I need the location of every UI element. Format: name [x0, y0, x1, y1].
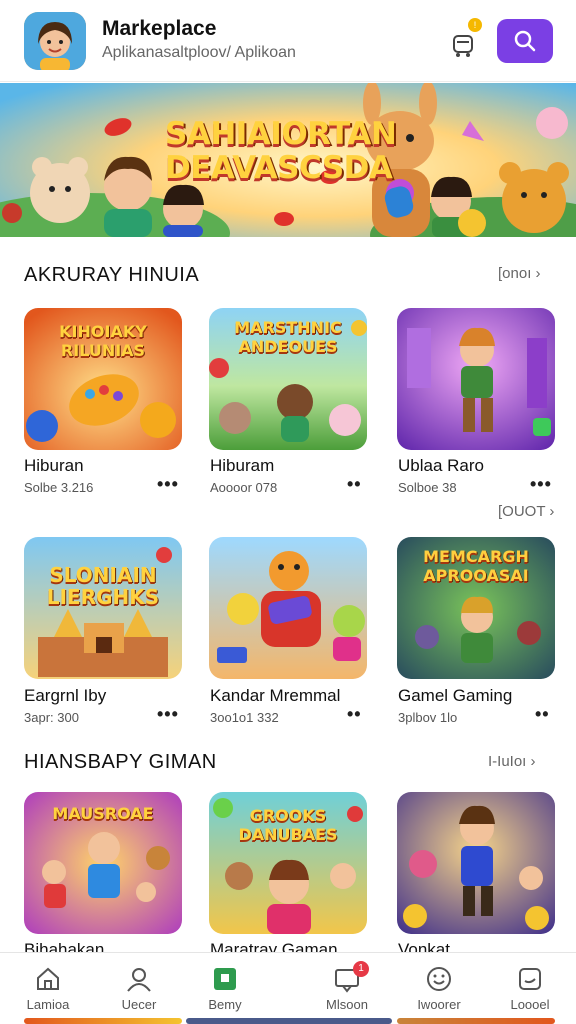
store-icon: [214, 968, 236, 990]
nav-item-chat[interactable]: Loooel: [482, 953, 576, 1024]
next-row-peek: [24, 1018, 182, 1024]
item-name[interactable]: Hiburam: [210, 456, 274, 476]
more-options-icon[interactable]: ••: [535, 704, 550, 725]
section-more-link[interactable]: [onoı ›: [498, 265, 541, 282]
nav-item-smiley[interactable]: Iwoorer: [391, 953, 487, 1024]
item-name[interactable]: Hiburan: [24, 456, 84, 476]
nav-item-messages[interactable]: 1 Mlsoon: [299, 953, 395, 1024]
item-meta: Solbe 3.216: [24, 480, 94, 495]
home-icon: [37, 967, 59, 990]
cart-badge: !: [468, 18, 482, 32]
game-tile[interactable]: [209, 537, 367, 679]
nav-item-store[interactable]: Bemy: [177, 953, 273, 1024]
chevron-right-icon: ›: [535, 265, 541, 282]
item-name[interactable]: Maratray Gaman: [210, 940, 338, 952]
nav-label: Iwoorer: [417, 997, 461, 1012]
item-name[interactable]: Ublaa Raro: [398, 456, 484, 476]
nav-item-user[interactable]: Uecer: [91, 953, 187, 1024]
notification-badge: 1: [353, 961, 369, 977]
nav-item-home[interactable]: Lamioa: [0, 953, 96, 1024]
more-options-icon[interactable]: ••: [347, 704, 362, 725]
search-icon: [514, 30, 536, 52]
item-meta: 3plbov 1lo: [398, 710, 458, 725]
item-meta: 3apr: 300: [24, 710, 79, 725]
game-thumbnail: [397, 792, 555, 934]
more-options-icon[interactable]: •••: [530, 474, 552, 495]
tile-title: SLONIAIN LIERGHKS: [46, 563, 160, 609]
chevron-right-icon: ›: [549, 503, 555, 520]
item-meta: 3oo1o1 332: [210, 710, 279, 725]
section-more-label: [onoı: [498, 265, 532, 282]
app-header: Markeplace Aplikanasaltploov/ Aplikoan !: [0, 0, 576, 82]
item-name[interactable]: Kandar Mremmal: [210, 686, 340, 706]
app-subtitle: Aplikanasaltploov/ Aplikoan: [102, 44, 296, 61]
bottom-navigation: Lamioa Uecer Bemy 1 Mlsoon Iwoorer Loooe…: [0, 952, 576, 1024]
nav-label: Lamioa: [26, 997, 70, 1012]
section-title: AKRURAY HINUIA: [24, 264, 200, 286]
item-meta: Aoooor 078: [210, 480, 278, 495]
nav-label: Loooel: [510, 997, 550, 1012]
chevron-right-icon: ›: [530, 753, 536, 770]
game-thumbnail: [397, 308, 555, 450]
tile-title: MEMCARGH APROOASAI: [423, 547, 529, 585]
section-more-link[interactable]: I-IuIoı ›: [488, 753, 536, 770]
more-options-icon[interactable]: ••: [347, 474, 362, 495]
section-title: HIANSBAPY GIMAN: [24, 751, 217, 773]
game-thumbnail: [209, 537, 367, 679]
section-more-label: [OUOT: [498, 503, 546, 520]
user-icon: [127, 968, 151, 992]
game-tile[interactable]: [397, 308, 555, 450]
nav-label: Mlsoon: [326, 997, 368, 1012]
game-tile[interactable]: [397, 792, 555, 934]
banner-title-line2: DEAVASCSDA: [165, 150, 393, 186]
search-button[interactable]: [497, 19, 553, 63]
nav-label: Uecer: [121, 997, 157, 1012]
next-row-peek: [397, 1018, 555, 1024]
item-name[interactable]: Vonkat: [398, 940, 450, 952]
more-options-icon[interactable]: •••: [157, 474, 179, 495]
smiley-icon: [427, 967, 451, 991]
item-name[interactable]: Gamel Gaming: [398, 686, 512, 706]
item-meta: Solboe 38: [398, 480, 457, 495]
tile-title: MARSTHNIC ANDEOUES: [234, 318, 342, 356]
promo-banner[interactable]: SAHIAIORTAN DEAVASCSDA: [0, 83, 576, 237]
nav-label: Bemy: [208, 997, 242, 1012]
item-name[interactable]: Eargrnl Iby: [24, 686, 106, 706]
home-indicator: [186, 1018, 392, 1024]
section-more-label: I-IuIoı: [488, 753, 527, 770]
app-avatar-icon[interactable]: [24, 12, 86, 70]
item-name[interactable]: Bihahakan: [24, 940, 104, 952]
banner-title-line1: SAHIAIORTAN: [165, 116, 397, 152]
tile-title: KIHOIAKY RILUNIAS: [59, 322, 147, 360]
tile-title: GROOKS DANUBAES: [238, 806, 338, 844]
more-options-icon[interactable]: •••: [157, 704, 179, 725]
section-more-link[interactable]: [OUOT ›: [498, 503, 554, 520]
tile-title: MAUSROAE: [52, 804, 154, 823]
app-title: Markeplace: [102, 17, 217, 40]
chat-icon: [519, 968, 541, 990]
banner-title: SAHIAIORTAN DEAVASCSDA: [165, 116, 397, 186]
